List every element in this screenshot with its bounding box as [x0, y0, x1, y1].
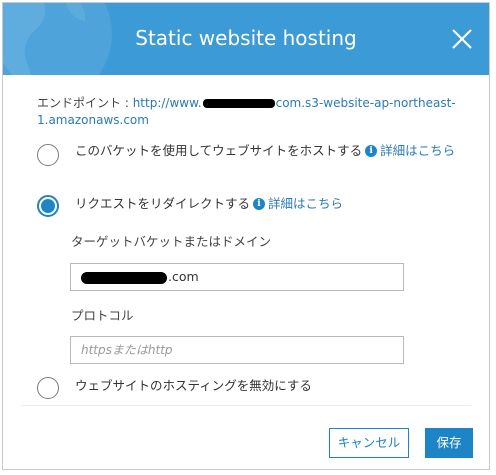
protocol-label: プロトコル: [71, 308, 134, 323]
target-bucket-input[interactable]: .com: [70, 263, 404, 291]
radio-disable-hosting[interactable]: [37, 377, 59, 399]
option-disable-hosting: ウェブサイトのホスティングを無効にする: [75, 378, 312, 393]
radio-host-website[interactable]: [37, 144, 59, 166]
option-redirect-requests: リクエストをリダイレクトする i 詳細はこちら: [75, 194, 343, 214]
dialog-title: Static website hosting: [135, 26, 357, 50]
footer-divider: [21, 405, 471, 406]
learn-more-link-host[interactable]: 詳細はこちら: [380, 143, 455, 158]
target-bucket-value: .com: [168, 269, 199, 284]
info-icon[interactable]: i: [253, 197, 266, 210]
endpoint-text: エンドポイント : http://www. com.s3-website-ap-n…: [37, 95, 457, 129]
cancel-button[interactable]: キャンセル: [329, 428, 409, 458]
protocol-input[interactable]: httpsまたはhttp: [70, 336, 404, 364]
option-host-website: このバケットを使用してウェブサイトをホストする i 詳細はこちら: [75, 141, 465, 161]
radio-redirect-requests[interactable]: [37, 195, 59, 217]
static-website-hosting-dialog: Static website hosting エンドポイント : http://…: [2, 2, 490, 470]
endpoint-url-prefix[interactable]: http://www.: [133, 96, 202, 110]
endpoint-label: エンドポイント :: [37, 96, 133, 110]
close-icon[interactable]: [451, 28, 473, 50]
protocol-placeholder: httpsまたはhttp: [81, 343, 173, 357]
redacted-region: [81, 271, 167, 284]
info-icon[interactable]: i: [365, 144, 378, 157]
target-bucket-label: ターゲットバケットまたはドメイン: [71, 234, 272, 249]
dialog-header: Static website hosting: [3, 3, 489, 75]
redacted-region: [202, 99, 275, 108]
option-host-label: このバケットを使用してウェブサイトをホストする: [75, 143, 363, 158]
learn-more-link-redirect[interactable]: 詳細はこちら: [268, 196, 343, 211]
save-button[interactable]: 保存: [425, 428, 473, 458]
option-redirect-label: リクエストをリダイレクトする: [75, 196, 251, 211]
